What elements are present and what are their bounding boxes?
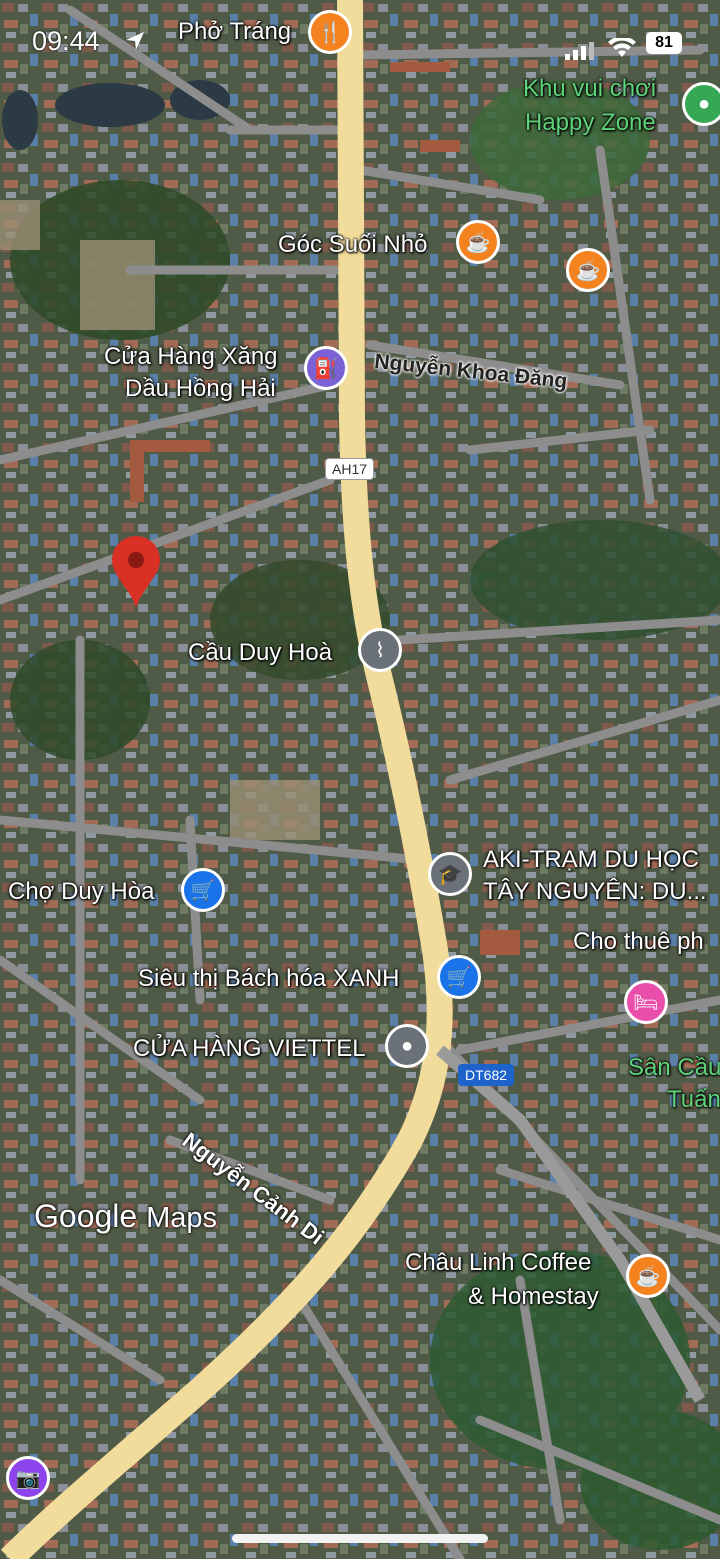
shopping-cart-icon[interactable]: 🛒: [181, 868, 225, 912]
battery-indicator: 81: [646, 32, 682, 54]
status-time: 09:44: [32, 26, 100, 56]
bridge-icon[interactable]: ⌇: [358, 628, 402, 672]
poi-label-aki-line1[interactable]: AKI-TRẠM DU HỌC: [483, 845, 699, 875]
poi-label-xang-line2[interactable]: Dầu Hồng Hải: [125, 374, 276, 404]
cafe-icon[interactable]: ☕: [566, 248, 610, 292]
shopping-cart-icon[interactable]: 🛒: [437, 955, 481, 999]
add-photo-icon[interactable]: 📷: [6, 1456, 50, 1500]
park-icon[interactable]: ●: [682, 82, 720, 126]
navigation-arrow-icon: [124, 28, 146, 59]
gas-station-icon[interactable]: ⛽: [304, 346, 348, 390]
poi-label-pho-trang[interactable]: Phở Tráng: [178, 17, 291, 47]
poi-label-bach-hoa-xanh[interactable]: Siêu thị Bách hóa XANH: [138, 964, 399, 994]
watermark-google: Google: [34, 1198, 138, 1234]
poi-label-xang-line1[interactable]: Cửa Hàng Xăng: [104, 342, 278, 372]
hotel-icon[interactable]: 🛏: [624, 980, 668, 1024]
poi-label-san-cau-line2[interactable]: Tuấn: [667, 1085, 720, 1115]
road-shield-dt682: DT682: [458, 1064, 515, 1086]
poi-label-chau-linh-line1[interactable]: Châu Linh Coffee: [405, 1248, 591, 1278]
dropped-pin-icon[interactable]: [110, 536, 162, 613]
cafe-icon[interactable]: ☕: [626, 1254, 670, 1298]
restaurant-icon[interactable]: 🍴: [308, 10, 352, 54]
location-dot-icon[interactable]: ●: [385, 1024, 429, 1068]
poi-label-happy-zone-line1[interactable]: Khu vui chơi: [523, 74, 656, 104]
cellular-signal-icon: [565, 36, 595, 67]
poi-label-viettel[interactable]: CỬA HÀNG VIETTEL: [133, 1034, 366, 1064]
poi-label-cho-thue[interactable]: Cho thuê ph: [573, 927, 704, 957]
wifi-icon: [608, 34, 636, 65]
cafe-icon[interactable]: ☕: [456, 220, 500, 264]
poi-label-cau-duy-hoa[interactable]: Cầu Duy Hoà: [188, 638, 332, 668]
poi-label-san-cau-line1[interactable]: Sân Cầu: [628, 1053, 720, 1083]
poi-label-goc-suoi-nho[interactable]: Góc Suối Nhỏ: [278, 230, 427, 260]
poi-label-chau-linh-line2[interactable]: & Homestay: [468, 1282, 599, 1312]
road-shield-ah17: AH17: [325, 458, 375, 480]
poi-label-aki-line2[interactable]: TÂY NGUYÊN: DU...: [483, 877, 707, 907]
watermark-maps: Maps: [146, 1202, 217, 1234]
home-indicator[interactable]: [232, 1534, 488, 1543]
poi-label-cho-duy-hoa[interactable]: Chợ Duy Hòa: [8, 877, 154, 907]
school-icon[interactable]: 🎓: [428, 852, 472, 896]
poi-label-happy-zone-line2[interactable]: Happy Zone: [525, 108, 656, 138]
google-maps-watermark: Google Maps: [34, 1198, 217, 1235]
